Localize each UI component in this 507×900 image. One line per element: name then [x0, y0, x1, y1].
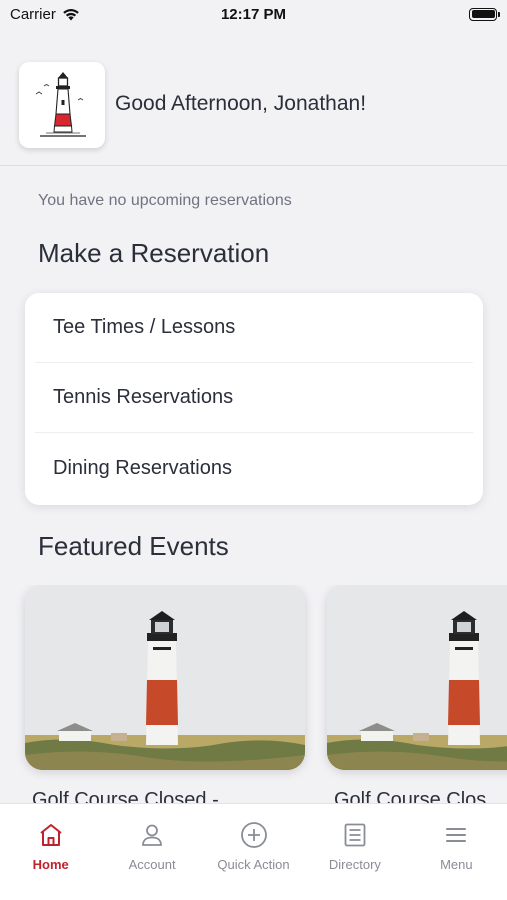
reservation-item-tee-times[interactable]: Tee Times / Lessons [35, 293, 473, 363]
event-image [25, 585, 305, 770]
battery-icon [469, 7, 500, 21]
tab-quick-action[interactable]: Quick Action [203, 804, 304, 900]
person-icon [138, 821, 166, 849]
club-logo[interactable] [19, 62, 105, 148]
hamburger-menu-icon [442, 821, 470, 849]
tab-label: Menu [440, 857, 473, 872]
make-reservation-title: Make a Reservation [38, 238, 270, 268]
tab-label: Directory [328, 857, 381, 872]
tab-directory[interactable]: Directory [304, 804, 405, 900]
event-card[interactable]: Golf Course Closed - [25, 585, 305, 805]
status-bar: Carrier 12:17 PM [0, 0, 507, 28]
greeting-text: Good Afternoon, Jonathan! [115, 92, 367, 115]
tab-label: Account [128, 857, 176, 872]
home-icon [37, 821, 65, 849]
reservation-item-dining[interactable]: Dining Reservations [35, 433, 473, 503]
carrier-label: Carrier [10, 5, 56, 23]
tab-home[interactable]: Home [0, 804, 101, 900]
wifi-icon [63, 8, 79, 20]
tab-label: Home [32, 857, 69, 872]
reservation-item-label: Tennis Reservations [53, 386, 234, 408]
status-left: Carrier [10, 6, 80, 23]
plus-circle-icon [240, 821, 268, 849]
tab-label: Quick Action [217, 857, 290, 872]
featured-events-title: Featured Events [38, 531, 229, 561]
tab-menu[interactable]: Menu [406, 804, 507, 900]
reservation-options-card: Tee Times / Lessons Tennis Reservations … [25, 293, 483, 505]
tab-account[interactable]: Account [101, 804, 202, 900]
lighthouse-logo-icon [35, 72, 86, 137]
reservation-item-label: Dining Reservations [53, 456, 232, 479]
event-image [327, 585, 507, 770]
header: Good Afternoon, Jonathan! [0, 58, 507, 166]
document-list-icon [341, 821, 369, 849]
event-card[interactable]: Golf Course Clos [327, 585, 507, 805]
reservation-item-tennis[interactable]: Tennis Reservations [35, 363, 473, 433]
bottom-tab-bar: Home Account Quick Action Directory Menu [0, 803, 507, 900]
no-reservations-message: You have no upcoming reservations [38, 192, 292, 209]
reservation-item-label: Tee Times / Lessons [53, 316, 236, 338]
featured-events-carousel[interactable]: Golf Course Closed - Golf Course Clos [0, 585, 507, 805]
